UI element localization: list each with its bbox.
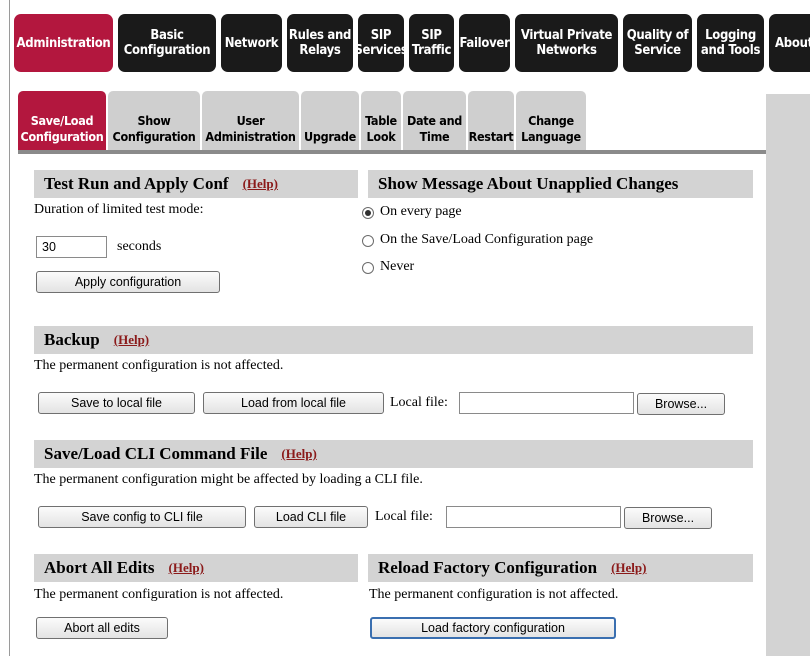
cli-help-link[interactable]: (Help) (281, 446, 316, 462)
tab-administration[interactable]: Administration (14, 14, 113, 72)
abort-help-link[interactable]: (Help) (169, 560, 204, 576)
backup-browse-button[interactable]: Browse... (637, 393, 725, 415)
subtab-restart[interactable]: Restart (468, 91, 514, 150)
subtab-upgrade[interactable]: Upgrade (301, 91, 359, 150)
cli-section-header: Save/Load CLI Command File (Help) (34, 440, 753, 468)
backup-local-file-input[interactable] (459, 392, 634, 414)
factory-note: The permanent configuration is not affec… (369, 587, 619, 602)
tab-logging-and-tools[interactable]: Logging and Tools (697, 14, 764, 72)
tab-virtual-private-networks[interactable]: Virtual Private Networks (515, 14, 618, 72)
tab-failover[interactable]: Failover (459, 14, 510, 72)
subtab-date-and-time[interactable]: Date and Time (403, 91, 466, 150)
tab-network[interactable]: Network (221, 14, 282, 72)
radio-label-on-save-load-page: On the Save/Load Configuration page (380, 232, 594, 247)
factory-section-header: Reload Factory Configuration (Help) (368, 554, 753, 582)
radio-on-save-load-page[interactable] (362, 235, 374, 247)
backup-title: Backup (44, 330, 100, 349)
duration-label: Duration of limited test mode: (34, 202, 204, 217)
factory-help-link[interactable]: (Help) (611, 560, 646, 576)
subtab-change-language[interactable]: Change Language (516, 91, 586, 150)
abort-title: Abort All Edits (44, 558, 155, 577)
factory-title: Reload Factory Configuration (378, 558, 598, 577)
abort-section-header: Abort All Edits (Help) (34, 554, 358, 582)
cli-browse-button[interactable]: Browse... (624, 507, 712, 529)
backup-help-link[interactable]: (Help) (114, 332, 149, 348)
backup-note: The permanent configuration is not affec… (34, 358, 284, 373)
seconds-label: seconds (117, 239, 162, 254)
cli-local-file-input[interactable] (446, 506, 621, 528)
test-run-help-link[interactable]: (Help) (243, 176, 278, 192)
duration-input[interactable]: 30 (36, 236, 107, 258)
subtab-show-configuration[interactable]: Show Configuration (108, 91, 200, 150)
tab-sip-traffic[interactable]: SIP Traffic (409, 14, 454, 72)
backup-local-file-label: Local file: (390, 395, 448, 410)
load-from-local-file-button[interactable]: Load from local file (203, 392, 384, 414)
radio-never[interactable] (362, 262, 374, 274)
right-side-panel (766, 94, 810, 656)
tab-basic-configuration[interactable]: Basic Configuration (118, 14, 216, 72)
test-run-section-header: Test Run and Apply Conf (Help) (34, 170, 358, 198)
subtab-table-look[interactable]: Table Look (361, 91, 401, 150)
cli-title: Save/Load CLI Command File (44, 444, 268, 463)
apply-configuration-button[interactable]: Apply configuration (36, 271, 220, 293)
subtab-user-administration[interactable]: User Administration (202, 91, 299, 150)
radio-on-every-page[interactable] (362, 207, 374, 219)
cli-note: The permanent configuration might be aff… (34, 472, 423, 487)
subtab-save-load-configuration[interactable]: Save/Load Configuration (18, 91, 106, 150)
tab-sip-services[interactable]: SIP Services (354, 14, 408, 72)
radio-label-on-every-page: On every page (380, 204, 462, 219)
tab-rules-and-relays[interactable]: Rules and Relays (287, 14, 353, 72)
load-factory-configuration-button[interactable]: Load factory configuration (370, 617, 616, 639)
unapplied-section-header: Show Message About Unapplied Changes (368, 170, 753, 198)
cli-local-file-label: Local file: (375, 509, 433, 524)
tab-quality-of-service[interactable]: Quality of Service (623, 14, 692, 72)
load-cli-file-button[interactable]: Load CLI file (254, 506, 368, 528)
unapplied-title: Show Message About Unapplied Changes (378, 174, 679, 193)
abort-note: The permanent configuration is not affec… (34, 587, 284, 602)
test-run-title: Test Run and Apply Conf (44, 174, 229, 193)
subnav-underline (18, 150, 766, 154)
save-to-local-file-button[interactable]: Save to local file (38, 392, 195, 414)
left-border-line (9, 0, 10, 656)
save-config-to-cli-file-button[interactable]: Save config to CLI file (38, 506, 246, 528)
tab-about[interactable]: About (769, 14, 810, 72)
abort-all-edits-button[interactable]: Abort all edits (36, 617, 168, 639)
backup-section-header: Backup (Help) (34, 326, 753, 354)
radio-label-never: Never (380, 259, 415, 274)
